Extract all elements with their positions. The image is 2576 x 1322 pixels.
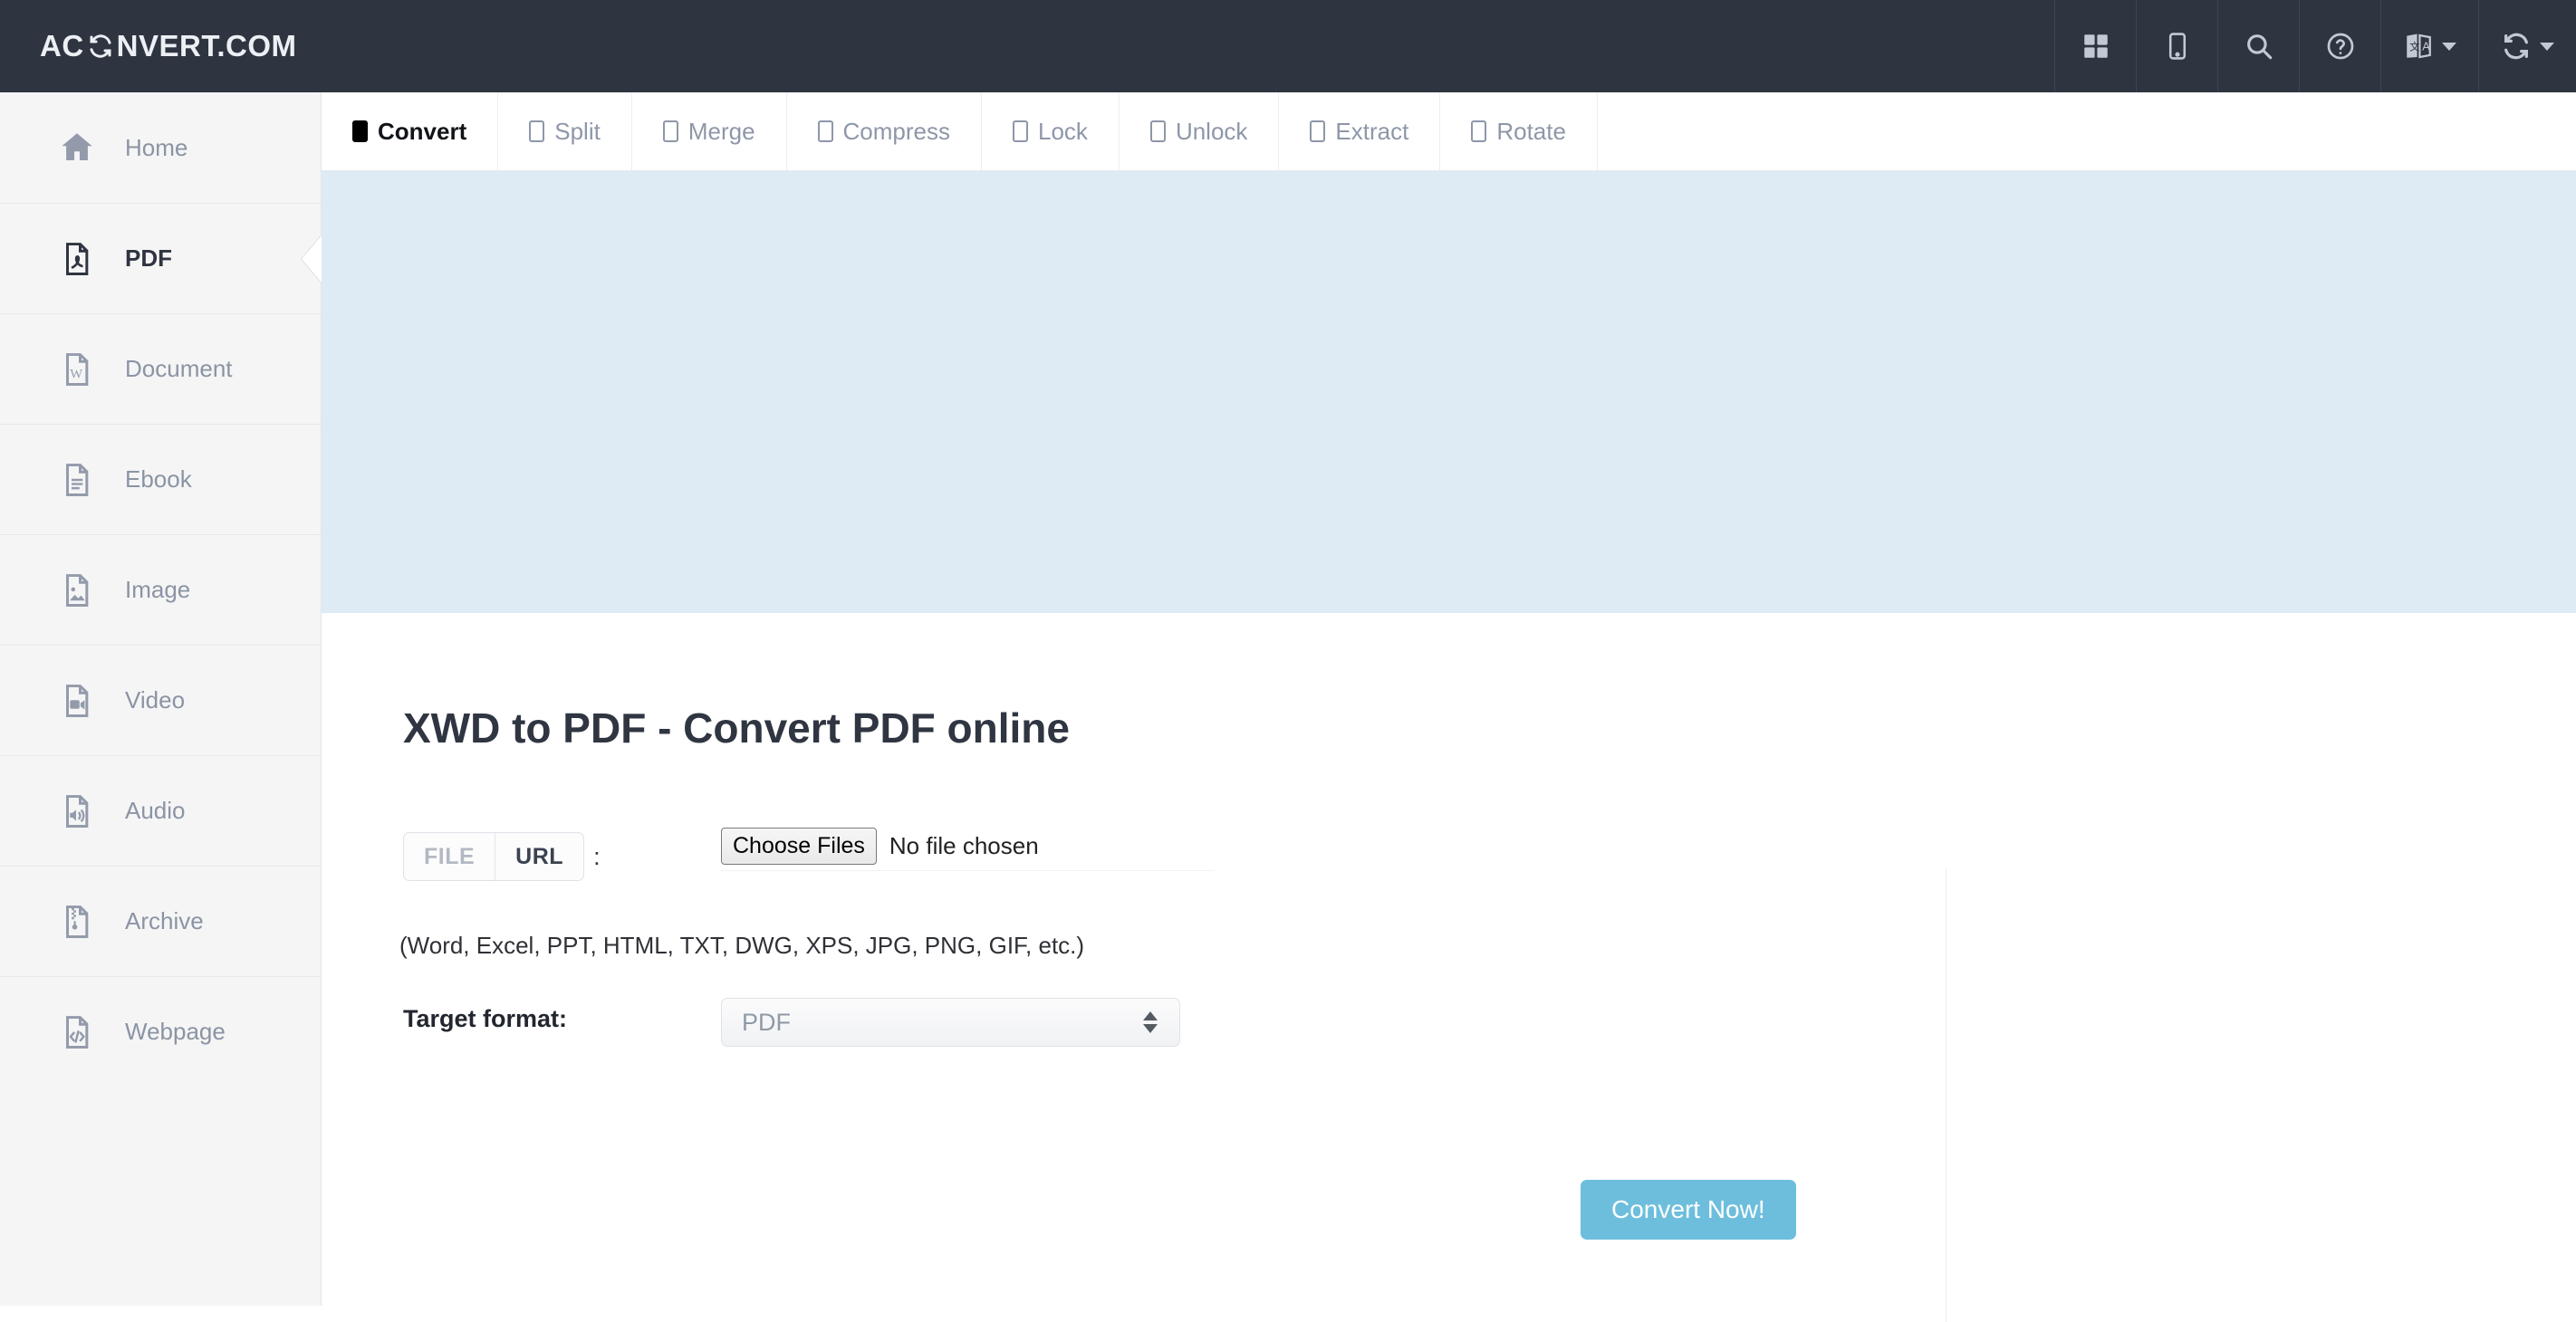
sidebar-item-label: Image — [125, 576, 191, 603]
source-type-toggle[interactable]: FILE URL — [403, 832, 585, 881]
brand-text-after: NVERT.COM — [116, 29, 297, 62]
mobile-button[interactable] — [2136, 0, 2217, 92]
file-status-text: No file chosen — [889, 832, 1039, 860]
audio-file-icon — [56, 790, 98, 832]
merge-tab-icon — [662, 120, 678, 142]
source-toggle-separator: : — [593, 842, 601, 870]
compress-tab-icon — [817, 120, 833, 142]
apps-grid-button[interactable] — [2054, 0, 2136, 92]
convert-menu-button[interactable] — [2478, 0, 2576, 92]
unlock-tab-icon — [1149, 120, 1166, 142]
help-button[interactable] — [2299, 0, 2380, 92]
brand-logo[interactable]: AC NVERT.COM — [0, 0, 297, 92]
svg-text:A: A — [2422, 39, 2430, 53]
tab-label: Unlock — [1175, 117, 1248, 145]
ebook-file-icon — [56, 459, 98, 501]
sidebar-item-label: PDF — [125, 244, 172, 272]
language-button[interactable]: 文 A — [2380, 0, 2478, 92]
page-title: XWD to PDF - Convert PDF online — [403, 704, 1070, 752]
video-file-icon — [56, 680, 98, 722]
target-format-row: Target format: — [403, 1005, 567, 1033]
search-button[interactable] — [2217, 0, 2299, 92]
word-file-icon: W — [56, 349, 98, 390]
search-icon — [2244, 31, 2274, 62]
brand-text-before: AC — [40, 29, 84, 62]
banner-placeholder — [322, 171, 2576, 613]
refresh-icon — [87, 33, 114, 60]
convert-icon — [2501, 31, 2532, 62]
tab-label: Lock — [1038, 117, 1088, 145]
source-toggle-file[interactable]: FILE — [404, 833, 495, 880]
chevron-down-icon — [2442, 42, 2456, 51]
tab-merge[interactable]: Merge — [632, 92, 787, 170]
tab-label: Rotate — [1496, 117, 1566, 145]
sidebar-item-label: Ebook — [125, 465, 192, 493]
sidebar-item-label: Document — [125, 355, 233, 382]
sidebar-item-document[interactable]: W Document — [0, 313, 321, 424]
sidebar-item-ebook[interactable]: Ebook — [0, 424, 321, 534]
help-icon — [2325, 31, 2356, 62]
sidebar-item-webpage[interactable]: Webpage — [0, 976, 321, 1087]
target-format-value: PDF — [742, 1008, 791, 1036]
choose-files-button[interactable]: Choose Files — [721, 828, 877, 866]
tab-split[interactable]: Split — [498, 92, 632, 170]
sidebar-item-audio[interactable]: Audio — [0, 755, 321, 866]
pdf-file-icon — [56, 238, 98, 280]
tab-unlock[interactable]: Unlock — [1120, 92, 1280, 170]
sidebar-item-video[interactable]: Video — [0, 645, 321, 755]
target-format-label: Target format: — [403, 1005, 568, 1032]
tab-convert[interactable]: Convert — [322, 92, 499, 170]
image-file-icon — [56, 570, 98, 611]
source-toggle-row: FILE URL : — [403, 832, 601, 881]
tab-label: Extract — [1335, 117, 1409, 145]
sidebar-item-label: Video — [125, 686, 186, 714]
tab-label: Convert — [378, 117, 467, 145]
tab-lock[interactable]: Lock — [982, 92, 1120, 170]
split-tab-icon — [529, 120, 545, 142]
mobile-icon — [2162, 31, 2193, 62]
svg-text:文: 文 — [2409, 40, 2419, 53]
extract-tab-icon — [1310, 120, 1326, 142]
archive-file-icon — [56, 901, 98, 943]
translate-icon: 文 A — [2403, 31, 2434, 62]
file-format-hint: (Word, Excel, PPT, HTML, TXT, DWG, XPS, … — [399, 932, 1085, 959]
topbar-actions: 文 A — [2054, 0, 2576, 92]
tab-rotate[interactable]: Rotate — [1440, 92, 1598, 170]
home-icon — [56, 127, 98, 168]
code-file-icon — [56, 1011, 98, 1053]
lock-tab-icon — [1013, 120, 1029, 142]
active-pointer-icon — [302, 235, 322, 283]
tab-compress[interactable]: Compress — [787, 92, 983, 170]
tab-label: Split — [554, 117, 601, 145]
top-bar: AC NVERT.COM 文 A — [0, 0, 2576, 92]
tab-extract[interactable]: Extract — [1279, 92, 1441, 170]
rotate-tab-icon — [1471, 120, 1487, 142]
file-input[interactable]: Choose Files No file chosen — [721, 828, 1215, 872]
tool-tabs: Convert Split Merge Compress Lock Unlock… — [322, 92, 2576, 171]
sidebar-item-home[interactable]: Home — [0, 92, 321, 203]
apps-grid-icon — [2081, 31, 2111, 62]
svg-text:W: W — [70, 367, 82, 381]
tabstrip-filler — [1598, 92, 2576, 170]
source-toggle-url[interactable]: URL — [495, 833, 583, 880]
sidebar-item-pdf[interactable]: PDF — [0, 203, 322, 313]
target-format-select[interactable]: PDF — [721, 998, 1180, 1047]
chevron-updown-icon — [1143, 1011, 1158, 1033]
tab-label: Compress — [842, 117, 951, 145]
convert-now-button[interactable]: Convert Now! — [1581, 1180, 1796, 1240]
sidebar-item-label: Home — [125, 133, 188, 161]
convert-tab-icon — [352, 120, 368, 142]
sidebar-item-label: Audio — [125, 797, 186, 824]
sidebar-item-label: Webpage — [125, 1018, 226, 1045]
sidebar-item-label: Archive — [125, 907, 204, 934]
chevron-down-icon — [2540, 42, 2554, 51]
tab-label: Merge — [687, 117, 755, 145]
sidebar-item-archive[interactable]: Archive — [0, 866, 321, 976]
sidebar-item-image[interactable]: Image — [0, 534, 321, 645]
sidebar: Home PDF W Document Ebook Image Video Au… — [0, 92, 322, 1306]
